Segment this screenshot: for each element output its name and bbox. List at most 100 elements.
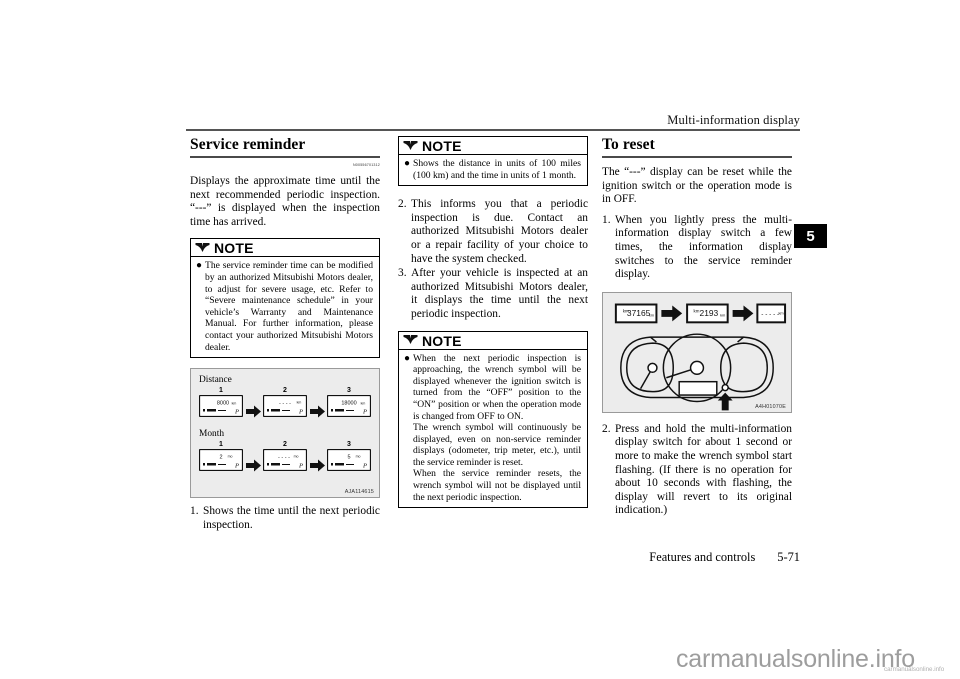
list-item: 3. After your vehicle is inspected at an… bbox=[398, 267, 588, 321]
svg-text:18000: 18000 bbox=[341, 401, 356, 407]
svg-text:mo: mo bbox=[228, 455, 233, 459]
display-panel-row: km 37165 km km 2193 km - - - - - km bbox=[614, 303, 787, 324]
mid-display-window bbox=[678, 380, 718, 396]
list-item-text: After your vehicle is inspected at an au… bbox=[411, 267, 588, 320]
display-panel-icon: 8000 km P bbox=[198, 395, 244, 418]
svg-text:km: km bbox=[694, 308, 700, 313]
bullet-dot-icon: ● bbox=[196, 260, 203, 272]
svg-text:- - - -: - - - - bbox=[279, 401, 291, 407]
display-switch-icon[interactable] bbox=[721, 383, 729, 392]
note-header: NOTE bbox=[399, 332, 587, 350]
list-item: 1. Shows the time until the next periodi… bbox=[190, 505, 380, 532]
figure-row-label-distance: Distance bbox=[199, 375, 232, 386]
bullet-dot-icon: ● bbox=[404, 352, 411, 364]
page-footer: Features and controls 5-71 bbox=[600, 550, 800, 565]
reset-intro-paragraph: The “---” display can be reset while the… bbox=[602, 166, 792, 206]
figure-instrument-cluster: km 37165 km km 2193 km - - - - - km A4H0… bbox=[602, 291, 792, 413]
svg-text:37165: 37165 bbox=[627, 308, 651, 318]
display-panel-icon: 5 mo P bbox=[326, 449, 372, 472]
svg-text:km: km bbox=[778, 310, 784, 315]
note-box-service-reminder: NOTE ● The service reminder time can be … bbox=[190, 238, 380, 359]
figure-step-number: 2 bbox=[283, 441, 287, 449]
right-column: To reset The “---” display can be reset … bbox=[602, 136, 792, 519]
right-arrow-icon bbox=[245, 459, 261, 472]
list-item-text: This informs you that a periodic inspect… bbox=[411, 198, 588, 265]
list-item-text: When you lightly press the multi-informa… bbox=[615, 213, 792, 281]
list-item-number: 1. bbox=[190, 505, 199, 518]
svg-text:km: km bbox=[649, 312, 655, 317]
note-body: ● When the next periodic inspection is a… bbox=[399, 350, 587, 508]
display-panel-icon: 18000 km P bbox=[326, 395, 372, 418]
svg-text:km: km bbox=[232, 402, 237, 406]
left-column: Service reminder N00556701312 Displays t… bbox=[190, 136, 380, 533]
svg-text:P: P bbox=[298, 409, 303, 416]
figure-step-number: 3 bbox=[347, 441, 351, 449]
up-arrow-pointer-icon bbox=[717, 392, 733, 411]
note-bullet-text: The service reminder time can be modifie… bbox=[205, 260, 373, 353]
svg-text:- - - - -: - - - - - bbox=[761, 311, 779, 318]
section-rule bbox=[190, 156, 380, 158]
note-bullet: ● When the next periodic inspection is a… bbox=[404, 353, 581, 504]
page-title: Service reminder bbox=[190, 136, 306, 153]
running-header-title: Multi-information display bbox=[667, 113, 800, 127]
list-item-text: Press and hold the multi-information dis… bbox=[615, 422, 792, 517]
svg-text:km: km bbox=[720, 312, 726, 317]
note-bullet-text: The wrench symbol will continuously be d… bbox=[413, 422, 581, 468]
note-bullet-text: When the next periodic inspection is app… bbox=[413, 352, 581, 422]
list-item-number: 2. bbox=[398, 198, 407, 211]
svg-text:P: P bbox=[362, 463, 367, 470]
note-label: NOTE bbox=[422, 138, 462, 154]
note-bullet-text: When the service reminder resets, the wr… bbox=[413, 468, 581, 503]
watermark-text-small: carmanualsonline.info bbox=[884, 666, 945, 673]
section-rule bbox=[602, 156, 792, 158]
middle-numbered-list: 2. This informs you that a periodic insp… bbox=[398, 198, 588, 321]
svg-text:mo: mo bbox=[294, 455, 299, 459]
list-item: 1. When you lightly press the multi-info… bbox=[602, 214, 792, 282]
intro-paragraph: Displays the approximate time until the … bbox=[190, 175, 380, 228]
gauge-hub-left bbox=[647, 362, 658, 373]
figure-step-number: 2 bbox=[283, 387, 287, 395]
section-title-to-reset: To reset bbox=[602, 136, 655, 153]
note-box-wrench-symbol: NOTE ● When the next periodic inspection… bbox=[398, 330, 588, 509]
right-numbered-list-2: 2. Press and hold the multi-information … bbox=[602, 423, 792, 518]
svg-text:2: 2 bbox=[219, 455, 222, 461]
svg-text:P: P bbox=[234, 463, 239, 470]
list-item-number: 1. bbox=[602, 213, 611, 226]
butterfly-mark-icon bbox=[403, 140, 418, 150]
note-bullet-text: Shows the distance in units of 100 miles… bbox=[413, 158, 581, 181]
figure-step-number: 1 bbox=[219, 387, 223, 395]
svg-text:mo: mo bbox=[356, 455, 361, 459]
note-header: NOTE bbox=[399, 137, 587, 155]
note-label: NOTE bbox=[422, 332, 462, 349]
list-item-text: Shows the time until the next periodic i… bbox=[203, 505, 380, 531]
svg-text:- - - -: - - - - bbox=[278, 455, 290, 461]
figure-distance-month: Distance 1 8000 km P 2 - - - - km P 3 18… bbox=[190, 368, 380, 499]
middle-column: NOTE ● Shows the distance in units of 10… bbox=[398, 136, 588, 509]
right-arrow-icon bbox=[309, 459, 325, 472]
figure-reference-code: A4H01070E bbox=[755, 403, 786, 410]
svg-text:2193: 2193 bbox=[700, 308, 719, 318]
note-box-units: NOTE ● Shows the distance in units of 10… bbox=[398, 136, 588, 187]
footer-section-label: Features and controls bbox=[649, 550, 756, 564]
note-label: NOTE bbox=[214, 240, 254, 257]
reference-code: N00556701312 bbox=[353, 163, 380, 167]
right-arrow-icon bbox=[245, 405, 261, 418]
list-item: 2. This informs you that a periodic insp… bbox=[398, 198, 588, 266]
list-item: 2. Press and hold the multi-information … bbox=[602, 423, 792, 518]
left-numbered-list: 1. Shows the time until the next periodi… bbox=[190, 505, 380, 532]
figure-row-label-month: Month bbox=[199, 429, 225, 440]
figure-step-number: 1 bbox=[219, 441, 223, 449]
note-bullet: ● The service reminder time can be modif… bbox=[196, 260, 373, 353]
svg-text:5: 5 bbox=[347, 455, 350, 461]
note-header: NOTE bbox=[191, 239, 379, 258]
chapter-tab: 5 bbox=[794, 224, 827, 248]
gauge-hub-center bbox=[689, 360, 705, 375]
footer-page-number: 5-71 bbox=[777, 550, 800, 564]
watermark-text: carmanualsonline.info bbox=[676, 645, 916, 673]
note-bullet: ● Shows the distance in units of 100 mil… bbox=[404, 158, 581, 181]
right-arrow-icon bbox=[309, 405, 325, 418]
svg-text:km: km bbox=[361, 402, 366, 406]
note-bullet-group: When the next periodic inspection is app… bbox=[413, 353, 581, 504]
display-panel-icon: - - - - km P bbox=[262, 395, 308, 418]
display-panel-icon: 2 mo P bbox=[198, 449, 244, 472]
